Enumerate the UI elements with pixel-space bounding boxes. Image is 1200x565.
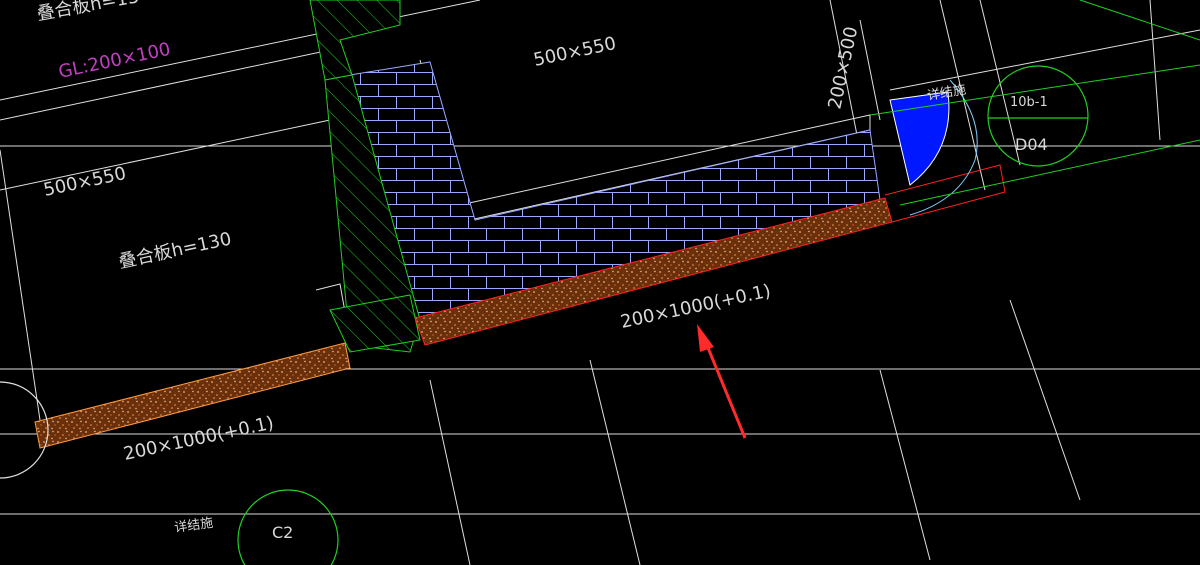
label-note-bottom: 详结施	[173, 516, 214, 536]
label-beam-right-vertical: 200×500	[824, 25, 862, 111]
label-beam-top: 500×550	[532, 33, 618, 71]
label-callout-right-ref: D04	[1015, 135, 1048, 154]
annotation-arrow	[697, 324, 747, 439]
label-note-top: 详结施	[926, 82, 967, 104]
beam-outline-red	[884, 164, 1006, 223]
door-swing	[889, 91, 950, 186]
label-beam-left: 500×550	[42, 163, 128, 201]
label-callout-bottom-ref: C2	[272, 523, 293, 542]
label-top-slab: 叠合板h=13	[35, 0, 140, 25]
label-slab-left: 叠合板h=130	[117, 228, 234, 272]
label-callout-right-id: 10b-1	[1010, 95, 1048, 110]
cad-drawing: 叠合板h=13 GL:200×100 500×550 200×500 500×5…	[0, 0, 1200, 565]
